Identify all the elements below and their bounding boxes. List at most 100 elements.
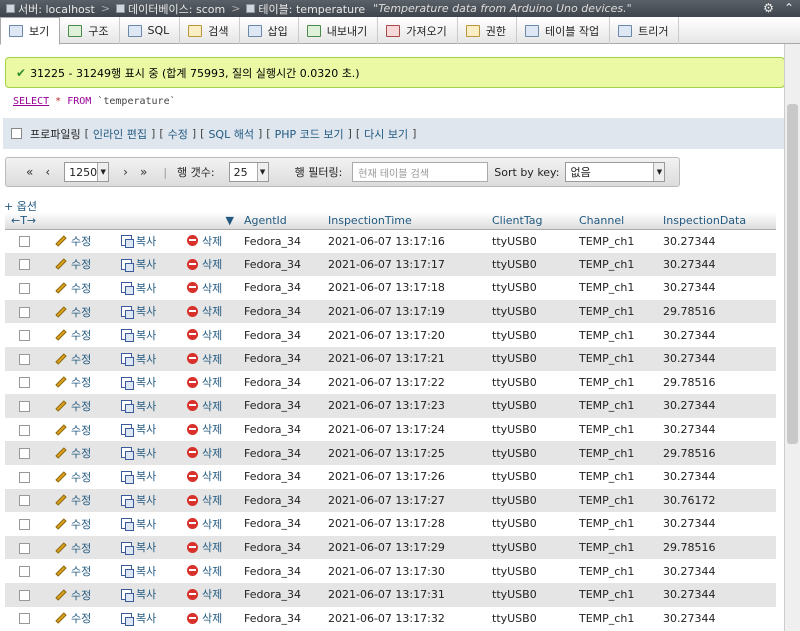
cell-agentid[interactable]: Fedora_34	[238, 394, 322, 418]
cell-inspectiondata[interactable]: 30.27344	[657, 464, 776, 489]
cell-clienttag[interactable]: ttyUSB0	[486, 417, 573, 442]
cell-inspectiontime[interactable]: 2021-06-07 13:17:26	[322, 464, 486, 489]
cell-inspectiondata[interactable]: 30.27344	[657, 606, 776, 631]
copy-button[interactable]: 복사	[121, 539, 156, 555]
cell-clienttag[interactable]: ttyUSB0	[486, 394, 573, 418]
tab-sql[interactable]: SQL	[120, 17, 181, 44]
cell-inspectiontime[interactable]: 2021-06-07 13:17:23	[322, 394, 486, 418]
cell-inspectiontime[interactable]: 2021-06-07 13:17:25	[322, 441, 486, 465]
copy-button[interactable]: 복사	[121, 492, 156, 508]
row-checkbox[interactable]	[19, 282, 30, 294]
edit-link[interactable]: 수정	[168, 126, 188, 142]
tab-search[interactable]: 검색	[180, 17, 240, 44]
next-page-button[interactable]: ›	[123, 165, 128, 179]
edit-button[interactable]: 수정	[55, 304, 91, 320]
delete-button[interactable]: 삭제	[187, 256, 222, 272]
cell-agentid[interactable]: Fedora_34	[238, 606, 322, 631]
rows-select[interactable]: 25 ▼	[228, 162, 269, 182]
cell-inspectiondata[interactable]: 30.27344	[657, 346, 776, 371]
cell-inspectiontime[interactable]: 2021-06-07 13:17:32	[322, 606, 486, 631]
row-checkbox[interactable]	[19, 306, 30, 318]
cell-agentid[interactable]: Fedora_34	[238, 346, 322, 371]
cell-agentid[interactable]: Fedora_34	[238, 559, 322, 583]
cell-clienttag[interactable]: ttyUSB0	[486, 559, 573, 583]
cell-agentid[interactable]: Fedora_34	[238, 582, 322, 607]
delete-button[interactable]: 삭제	[187, 468, 222, 484]
last-page-button[interactable]: »	[140, 165, 147, 179]
cell-inspectiontime[interactable]: 2021-06-07 13:17:30	[322, 559, 486, 583]
column-header-inspectiondata[interactable]: InspectionData	[657, 212, 776, 230]
copy-button[interactable]: 복사	[121, 445, 156, 461]
row-checkbox[interactable]	[19, 613, 30, 625]
edit-button[interactable]: 수정	[55, 445, 91, 461]
cell-channel[interactable]: TEMP_ch1	[573, 606, 657, 631]
cell-clienttag[interactable]: ttyUSB0	[486, 535, 573, 560]
copy-button[interactable]: 복사	[121, 563, 156, 579]
cell-clienttag[interactable]: ttyUSB0	[486, 582, 573, 607]
edit-button[interactable]: 수정	[55, 351, 91, 367]
sql-select-keyword[interactable]: SELECT	[13, 96, 49, 107]
cell-channel[interactable]: TEMP_ch1	[573, 512, 657, 536]
cell-channel[interactable]: TEMP_ch1	[573, 464, 657, 489]
cell-agentid[interactable]: Fedora_34	[238, 252, 322, 277]
cell-inspectiondata[interactable]: 30.27344	[657, 323, 776, 347]
breadcrumb-server[interactable]: 서버: localhost	[6, 1, 95, 17]
row-checkbox[interactable]	[19, 566, 30, 578]
delete-button[interactable]: 삭제	[187, 351, 222, 367]
tab-browse[interactable]: 보기	[0, 17, 61, 45]
cell-channel[interactable]: TEMP_ch1	[573, 488, 657, 513]
cell-inspectiondata[interactable]: 29.78516	[657, 535, 776, 560]
row-checkbox[interactable]	[19, 589, 30, 601]
scrollbar-thumb[interactable]	[787, 104, 798, 444]
row-checkbox[interactable]	[19, 448, 30, 460]
cell-inspectiontime[interactable]: 2021-06-07 13:17:20	[322, 323, 486, 347]
profiling-checkbox[interactable]	[11, 128, 22, 139]
row-checkbox[interactable]	[19, 330, 30, 342]
row-checkbox[interactable]	[19, 259, 30, 271]
cell-inspectiondata[interactable]: 30.76172	[657, 488, 776, 513]
edit-button[interactable]: 수정	[55, 374, 91, 390]
column-resize-handle[interactable]: ←T→	[5, 212, 55, 230]
delete-button[interactable]: 삭제	[187, 233, 222, 249]
edit-button[interactable]: 수정	[55, 280, 91, 296]
cell-channel[interactable]: TEMP_ch1	[573, 252, 657, 277]
copy-button[interactable]: 복사	[121, 280, 156, 296]
cell-inspectiondata[interactable]: 30.27344	[657, 394, 776, 418]
refresh-link[interactable]: 다시 보기	[364, 126, 408, 142]
gear-icon[interactable]: ⚙	[763, 1, 774, 15]
copy-button[interactable]: 복사	[121, 303, 156, 319]
copy-button[interactable]: 복사	[121, 586, 156, 602]
copy-button[interactable]: 복사	[121, 421, 156, 437]
cell-clienttag[interactable]: ttyUSB0	[486, 346, 573, 371]
cell-inspectiondata[interactable]: 30.27344	[657, 512, 776, 536]
collapse-icon[interactable]: ⌃	[784, 1, 794, 15]
delete-button[interactable]: 삭제	[187, 445, 222, 461]
sort-select[interactable]: 없음 ▼	[565, 162, 666, 182]
edit-button[interactable]: 수정	[55, 327, 91, 343]
cell-clienttag[interactable]: ttyUSB0	[486, 512, 573, 536]
row-checkbox[interactable]	[19, 236, 30, 248]
cell-agentid[interactable]: Fedora_34	[238, 488, 322, 513]
cell-clienttag[interactable]: ttyUSB0	[486, 464, 573, 489]
cell-inspectiondata[interactable]: 29.78516	[657, 370, 776, 395]
edit-button[interactable]: 수정	[55, 516, 91, 532]
cell-inspectiontime[interactable]: 2021-06-07 13:17:16	[322, 229, 486, 253]
cell-inspectiondata[interactable]: 30.27344	[657, 582, 776, 607]
column-header-agentid[interactable]: AgentId	[238, 212, 322, 230]
cell-channel[interactable]: TEMP_ch1	[573, 276, 657, 300]
cell-clienttag[interactable]: ttyUSB0	[486, 370, 573, 395]
delete-button[interactable]: 삭제	[187, 421, 222, 437]
cell-agentid[interactable]: Fedora_34	[238, 464, 322, 489]
cell-channel[interactable]: TEMP_ch1	[573, 394, 657, 418]
cell-clienttag[interactable]: ttyUSB0	[486, 441, 573, 465]
php-code-link[interactable]: PHP 코드 보기	[275, 126, 344, 142]
explain-sql-link[interactable]: SQL 해석	[208, 126, 254, 142]
cell-inspectiondata[interactable]: 29.78516	[657, 299, 776, 324]
edit-button[interactable]: 수정	[55, 610, 91, 626]
column-header-channel[interactable]: Channel	[573, 212, 657, 230]
cell-clienttag[interactable]: ttyUSB0	[486, 606, 573, 631]
first-page-button[interactable]: «	[26, 165, 33, 179]
cell-clienttag[interactable]: ttyUSB0	[486, 229, 573, 253]
edit-button[interactable]: 수정	[55, 233, 91, 249]
tab-privileges[interactable]: 권한	[458, 17, 517, 44]
